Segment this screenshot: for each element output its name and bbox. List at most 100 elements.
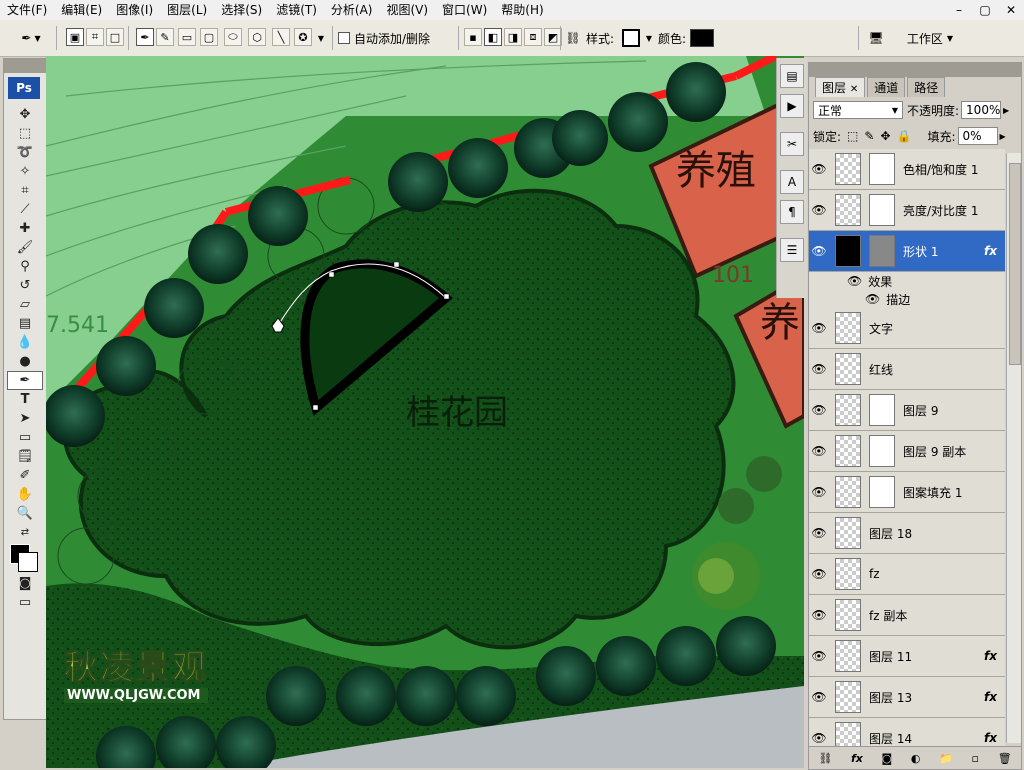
layers-panel-titlebar[interactable]	[809, 63, 1021, 77]
tab-layers[interactable]: 图层 ✕	[815, 77, 866, 97]
tool-presets-button[interactable]: ✂	[780, 132, 804, 156]
menu-edit[interactable]: 编辑(E)	[54, 0, 109, 20]
menu-view[interactable]: 视图(V)	[379, 0, 435, 20]
hand-tool[interactable]: ✋	[7, 485, 43, 504]
brush-tool[interactable]: 🖌	[7, 238, 43, 257]
lock-all-icon[interactable]: 🔒	[897, 129, 912, 143]
menu-help[interactable]: 帮助(H)	[494, 0, 550, 20]
fx-icon[interactable]: fx	[984, 244, 997, 258]
clone-stamp-tool[interactable]: ⚲	[7, 257, 43, 276]
menu-image[interactable]: 图像(I)	[109, 0, 160, 20]
visibility-eye-icon[interactable]: 👁	[809, 608, 829, 622]
minimize-button[interactable]: –	[946, 0, 972, 20]
fill-input[interactable]: 0%	[957, 127, 998, 145]
close-button[interactable]: ✕	[998, 0, 1024, 20]
line-button[interactable]: ╲	[272, 28, 290, 46]
layer-row[interactable]: 👁 图案填充 1	[809, 472, 1005, 513]
workspace-button[interactable]: 工作区 ▼	[900, 28, 960, 48]
paragraph-panel-button[interactable]: ¶	[780, 200, 804, 224]
link-style-icon[interactable]: ⛓	[565, 28, 580, 48]
adjustment-layer-icon[interactable]: ◐	[911, 752, 921, 765]
maximize-button[interactable]: ▢	[972, 0, 998, 20]
fx-icon[interactable]: fx	[984, 690, 997, 704]
delete-layer-icon[interactable]: 🗑	[998, 752, 1012, 765]
menu-filter[interactable]: 滤镜(T)	[269, 0, 324, 20]
document-icon[interactable]: 🖥	[866, 28, 886, 48]
effects-eye-icon[interactable]: 👁	[847, 274, 862, 288]
layer-comps-button[interactable]: ☰	[780, 238, 804, 262]
close-tab-icon[interactable]: ✕	[850, 84, 858, 95]
notes-tool[interactable]: 🗒	[7, 447, 43, 466]
lock-move-icon[interactable]: ✥	[880, 129, 890, 143]
tool-preset-picker[interactable]: ✒ ▼	[14, 28, 48, 48]
style-picker[interactable]	[618, 28, 644, 48]
fx-icon[interactable]: fx	[984, 649, 997, 663]
menu-analysis[interactable]: 分析(A)	[324, 0, 380, 20]
fx-icon[interactable]: fx	[984, 731, 997, 745]
paths-button[interactable]: ⌗	[86, 28, 104, 46]
visibility-eye-icon[interactable]: 👁	[809, 731, 829, 745]
layer-mask-thumbnail[interactable]	[869, 394, 895, 426]
lock-brush-icon[interactable]: ✎	[864, 129, 874, 143]
blend-mode-select[interactable]: 正常 ▼	[813, 101, 903, 119]
ellipse-button[interactable]: ⬭	[224, 28, 242, 46]
lasso-tool[interactable]: ➰	[7, 143, 43, 162]
history-panel-button[interactable]: ▤	[780, 64, 804, 88]
rounded-rect-button[interactable]: ▢	[200, 28, 218, 46]
layer-row[interactable]: 👁 图层 9 副本	[809, 431, 1005, 472]
path-selection-tool[interactable]: ➤	[7, 409, 43, 428]
layer-row[interactable]: 👁 文字	[809, 308, 1005, 349]
visibility-eye-icon[interactable]: 👁	[809, 485, 829, 499]
menu-layer[interactable]: 图层(L)	[160, 0, 214, 20]
menu-window[interactable]: 窗口(W)	[435, 0, 494, 20]
visibility-eye-icon[interactable]: 👁	[809, 403, 829, 417]
quick-mask-button[interactable]: ◙	[7, 574, 43, 593]
layer-row[interactable]: 👁 fz 副本	[809, 595, 1005, 636]
shape-dropdown[interactable]: ▼	[316, 28, 326, 48]
layer-row[interactable]: 👁 fz	[809, 554, 1005, 595]
tab-channels[interactable]: 通道	[867, 77, 906, 97]
background-color[interactable]	[18, 552, 38, 572]
link-layers-icon[interactable]: ⛓	[818, 752, 832, 765]
chevron-right-icon[interactable]: ▶	[1000, 132, 1006, 141]
new-layer-icon[interactable]: ▫	[972, 752, 979, 765]
healing-brush-tool[interactable]: ✚	[7, 219, 43, 238]
move-tool[interactable]: ✥	[7, 105, 43, 124]
visibility-eye-icon[interactable]: 👁	[809, 203, 829, 217]
slice-tool[interactable]: ⟋	[7, 200, 43, 219]
layer-mask-thumbnail[interactable]	[869, 194, 895, 226]
layer-row[interactable]: 👁 图层 11 fx	[809, 636, 1005, 677]
layer-row[interactable]: 👁 图层 18	[809, 513, 1005, 554]
effects-row[interactable]: 👁 效果	[809, 272, 1005, 290]
crop-tool[interactable]: ⌗	[7, 181, 43, 200]
freeform-pen-button[interactable]: ✎	[156, 28, 174, 46]
visibility-eye-icon[interactable]: 👁	[809, 321, 829, 335]
opacity-input[interactable]: 100%	[961, 101, 1002, 119]
custom-shape-button[interactable]: ✪	[294, 28, 312, 46]
new-group-icon[interactable]: 📁	[939, 752, 953, 765]
layer-row[interactable]: 👁 图层 13 fx	[809, 677, 1005, 718]
pen-tool[interactable]: ✒	[7, 371, 43, 390]
menu-file[interactable]: 文件(F)	[0, 0, 54, 20]
screen-mode-button[interactable]: ▭	[7, 593, 43, 612]
pen-mode-button[interactable]: ✒	[136, 28, 154, 46]
shape-layers-button[interactable]: ▣	[66, 28, 84, 46]
add-style-icon[interactable]: fx	[851, 752, 863, 765]
layers-scrollbar[interactable]	[1006, 153, 1021, 743]
visibility-eye-icon[interactable]: 👁	[809, 690, 829, 704]
layer-mask-thumbnail[interactable]	[869, 153, 895, 185]
visibility-eye-icon[interactable]: 👁	[809, 526, 829, 540]
tab-paths[interactable]: 路径	[907, 77, 946, 97]
layer-mask-thumbnail[interactable]	[869, 235, 895, 267]
stroke-eye-icon[interactable]: 👁	[865, 292, 880, 306]
path-exclude-button[interactable]: ⧈	[524, 28, 542, 46]
actions-panel-button[interactable]: ▶	[780, 94, 804, 118]
color-swatch[interactable]	[690, 28, 714, 48]
eyedropper-tool[interactable]: ✐	[7, 466, 43, 485]
type-tool[interactable]: T	[7, 390, 43, 409]
blur-tool[interactable]: 💧	[7, 333, 43, 352]
chevron-right-icon[interactable]: ▶	[1003, 106, 1009, 115]
polygon-button[interactable]: ⬡	[248, 28, 266, 46]
add-mask-icon[interactable]: ◙	[882, 752, 893, 765]
visibility-eye-icon[interactable]: 👁	[809, 567, 829, 581]
